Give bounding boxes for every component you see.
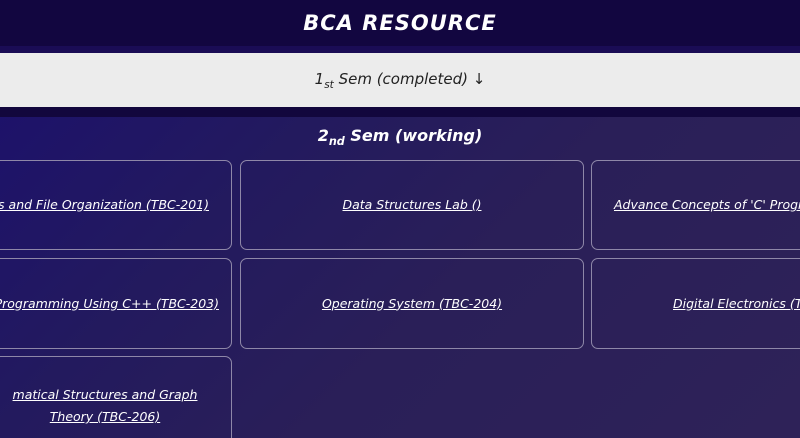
course-card[interactable]: Digital Electronics (T — [591, 258, 800, 349]
course-card[interactable]: s and File Organization (TBC-201) — [0, 160, 232, 250]
course-link[interactable]: Programming Using C++ (TBC-203) — [0, 293, 219, 315]
course-link[interactable]: matical Structures and Graph Theory (TBC… — [0, 384, 215, 428]
course-card[interactable]: Programming Using C++ (TBC-203) — [0, 258, 232, 349]
sem1-divider — [0, 107, 800, 117]
course-card[interactable]: matical Structures and Graph Theory (TBC… — [0, 356, 232, 438]
header-divider — [0, 46, 800, 53]
sem1-toggle[interactable]: 1st Sem (completed) ↓ — [0, 53, 800, 107]
sem1-label: 1st Sem (completed) ↓ — [314, 69, 486, 91]
course-link[interactable]: Digital Electronics (T — [673, 293, 800, 315]
course-card[interactable]: Operating System (TBC-204) — [240, 258, 584, 349]
course-card[interactable]: Data Structures Lab () — [240, 160, 584, 250]
course-link[interactable]: Operating System (TBC-204) — [322, 293, 502, 315]
course-card[interactable]: Advance Concepts of 'C' Progra — [591, 160, 800, 250]
site-header: BCA RESOURCE — [0, 0, 800, 46]
course-link[interactable]: Data Structures Lab () — [342, 194, 481, 216]
sem2-heading: 2nd Sem (working) — [0, 117, 800, 157]
course-link[interactable]: s and File Organization (TBC-201) — [0, 194, 209, 216]
sem2-label: 2nd Sem (working) — [317, 125, 483, 149]
site-title: BCA RESOURCE — [303, 11, 497, 35]
course-link[interactable]: Advance Concepts of 'C' Progra — [614, 194, 800, 216]
